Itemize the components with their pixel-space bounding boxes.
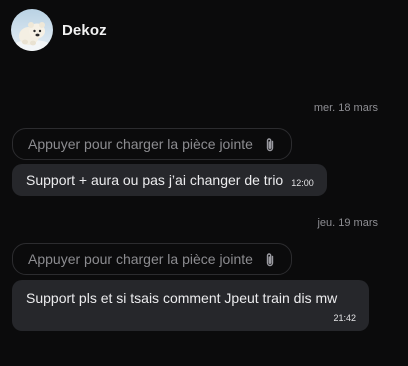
attachment-label: Appuyer pour charger la pièce jointe [28, 136, 253, 152]
message-bubble[interactable]: Support + aura ou pas j’ai changer de tr… [12, 164, 327, 196]
message-time: 21:42 [333, 313, 356, 323]
attachment-download-button[interactable]: Appuyer pour charger la pièce jointe [12, 243, 292, 275]
contact-avatar[interactable] [11, 9, 53, 51]
polar-bear-avatar-icon [11, 9, 53, 51]
chat-header: Dekoz [11, 9, 107, 51]
attachment-label: Appuyer pour charger la pièce jointe [28, 251, 253, 267]
message-text: Support + aura ou pas j’ai changer de tr… [26, 172, 284, 188]
message-text: Support pls et si tsais comment Jpeut tr… [26, 290, 338, 306]
attachment-download-button[interactable]: Appuyer pour charger la pièce jointe [12, 128, 292, 160]
date-separator: jeu. 19 mars [317, 217, 378, 229]
message-time: 12:00 [291, 177, 314, 188]
date-separator: mer. 18 mars [313, 102, 378, 114]
paperclip-icon [266, 253, 274, 267]
message-bubble[interactable]: Support pls et si tsais comment Jpeut tr… [12, 280, 369, 331]
contact-name[interactable]: Dekoz [62, 22, 107, 39]
paperclip-icon [266, 138, 274, 152]
